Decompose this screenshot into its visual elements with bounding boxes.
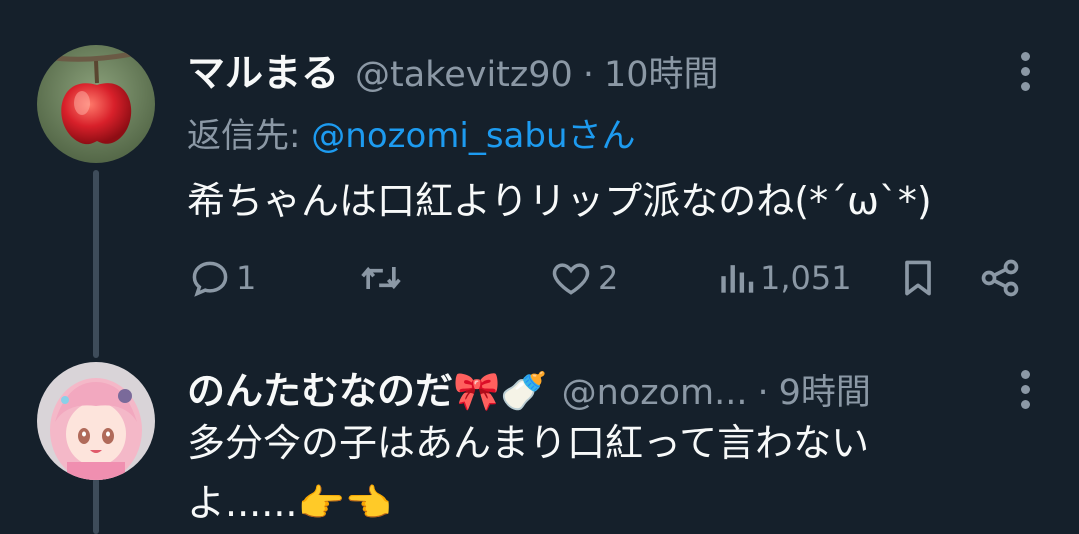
tweet-text-line-1: 多分今の子はあんまり口紅って言わない: [187, 421, 870, 465]
like-button[interactable]: 2: [548, 252, 618, 304]
more-options-icon[interactable]: [1021, 52, 1031, 97]
bookmark-button[interactable]: [896, 252, 940, 304]
reply-icon: [192, 261, 228, 297]
retweet-icon: [361, 266, 401, 290]
tweet-header: のんたむなのだ🎀🍼 @nozom... · 9時間: [187, 360, 871, 415]
like-count: 2: [598, 259, 619, 297]
anime-girl-avatar-icon: [37, 362, 155, 480]
reply-button[interactable]: 1: [188, 252, 256, 304]
timestamp[interactable]: 10時間: [604, 46, 719, 97]
tweet-text-line-2: よ......👉👈: [187, 481, 393, 525]
handle[interactable]: @takevitz90: [355, 55, 573, 95]
reply-count: 1: [236, 259, 257, 297]
bookmark-icon: [905, 260, 931, 296]
separator-dot: ·: [582, 55, 594, 95]
display-name[interactable]: のんたむなのだ🎀🍼: [187, 360, 548, 415]
view-count: 1,051: [760, 259, 852, 297]
apple-avatar-icon: [37, 45, 155, 163]
views-icon: [721, 265, 754, 293]
thread-line-top: [93, 170, 99, 358]
replying-mention-link[interactable]: @nozomi_sabuさん: [311, 116, 635, 156]
avatar[interactable]: [37, 362, 155, 480]
avatar[interactable]: [37, 45, 155, 163]
timestamp[interactable]: 9時間: [779, 364, 871, 415]
share-icon: [981, 259, 1019, 297]
thread-line-bottom: [93, 478, 99, 534]
tweet-text: 希ちゃんは口紅よりリップ派なのね(*´ω`*): [187, 179, 932, 223]
more-options-icon[interactable]: [1021, 370, 1031, 415]
retweet-button[interactable]: [356, 252, 410, 304]
replying-prefix: 返信先:: [187, 116, 301, 156]
views-button[interactable]: 1,051: [716, 252, 852, 304]
tweet-header: マルまる @takevitz90 · 10時間: [187, 42, 719, 97]
share-button[interactable]: [976, 252, 1024, 304]
display-name[interactable]: マルまる: [187, 42, 339, 97]
replying-to: 返信先: @nozomi_sabuさん: [187, 108, 636, 157]
handle[interactable]: @nozom...: [562, 373, 748, 413]
heart-icon: [552, 263, 590, 295]
separator-dot: ·: [757, 373, 769, 413]
